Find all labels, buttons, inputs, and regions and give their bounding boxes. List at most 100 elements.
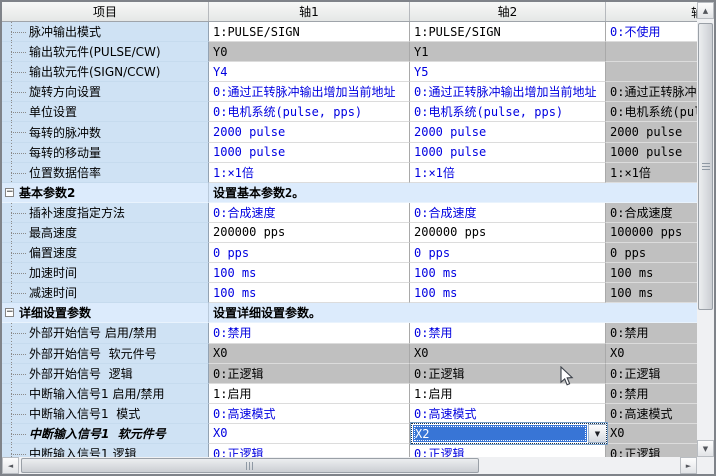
collapse-icon[interactable]: − [5, 308, 14, 317]
vertical-scrollbar[interactable]: ▲ ▼ [697, 2, 714, 457]
parameter-label-cell[interactable]: 偏置速度 [2, 243, 209, 263]
parameter-label-cell[interactable]: 脉冲输出模式 [2, 22, 209, 42]
parameter-label-cell[interactable]: 中断输入信号1 启用/禁用 [2, 384, 209, 404]
axis1-value: 0:合成速度 [213, 204, 275, 221]
scroll-left-button[interactable]: ◄ [2, 457, 19, 474]
axis1-value-cell[interactable]: 0 pps [209, 243, 410, 263]
tree-branch-icon [11, 92, 26, 93]
axis1-value-cell[interactable]: 1000 pulse [209, 143, 410, 163]
axis2-value: 200000 pps [414, 225, 486, 239]
parameter-label-cell[interactable]: 每转的移动量 [2, 143, 209, 163]
parameter-label-cell[interactable]: 插补速度指定方法 [2, 203, 209, 223]
axis2-value: 0:电机系统(pulse, pps) [414, 103, 563, 120]
parameter-label: 输出软元件(PULSE/CW) [29, 43, 161, 60]
table-row: 输出软元件(SIGN/CCW) Y4 Y5 [2, 62, 716, 82]
axis2-value-cell[interactable]: 0:禁用 [410, 323, 606, 343]
axis1-value-cell[interactable]: 100 ms [209, 283, 410, 303]
axis2-value-cell[interactable]: 1:×1倍 [410, 163, 606, 183]
parameter-label-cell[interactable]: 外部开始信号 启用/禁用 [2, 323, 209, 343]
scroll-up-button[interactable]: ▲ [697, 2, 714, 19]
axis2-value-cell[interactable]: 0:正逻辑 [410, 364, 606, 384]
tree-branch-icon [11, 72, 26, 73]
axis1-value-cell[interactable]: 0:禁用 [209, 323, 410, 343]
axis1-value-cell[interactable]: 1:启用 [209, 384, 410, 404]
parameter-label: 每转的移动量 [29, 144, 101, 161]
combobox-selected-text[interactable]: X2 [413, 425, 587, 442]
parameter-label-cell[interactable]: 减速时间 [2, 283, 209, 303]
axis2-value-cell[interactable]: 200000 pps [410, 223, 606, 243]
tree-branch-icon [11, 173, 26, 174]
axis2-value-cell[interactable]: 2000 pulse [410, 122, 606, 142]
parameter-label-cell[interactable]: 旋转方向设置 [2, 82, 209, 102]
axis2-value-cell[interactable]: X0 [410, 344, 606, 364]
tree-branch-icon [11, 52, 26, 53]
parameter-label-cell[interactable]: 外部开始信号 逻辑 [2, 364, 209, 384]
parameter-label-cell[interactable]: 最高速度 [2, 223, 209, 243]
parameter-label: 外部开始信号 软元件号 [29, 345, 157, 362]
parameter-label-cell[interactable]: 中断输入信号1 模式 [2, 404, 209, 424]
axis1-value-cell[interactable]: 0:高速模式 [209, 404, 410, 424]
parameter-label: 外部开始信号 逻辑 [29, 365, 133, 382]
parameter-label: 最高速度 [29, 224, 77, 241]
parameter-label-cell[interactable]: 每转的脉冲数 [2, 122, 209, 142]
axis1-value-cell[interactable]: 0:通过正转脉冲输出增加当前地址 [209, 82, 410, 102]
group-label-cell[interactable]: − 基本参数2 [2, 183, 209, 203]
axis2-value-cell[interactable]: 100 ms [410, 263, 606, 283]
axis1-value-cell[interactable]: 0:电机系统(pulse, pps) [209, 102, 410, 122]
axis2-value-cell[interactable]: Y1 [410, 42, 606, 62]
axis1-value-cell[interactable]: 1:×1倍 [209, 163, 410, 183]
group-label-cell[interactable]: − 详细设置参数 [2, 303, 209, 323]
axis1-value-cell[interactable]: 0:正逻辑 [209, 364, 410, 384]
parameter-label-cell[interactable]: 输出软元件(SIGN/CCW) [2, 62, 209, 82]
combobox-dropdown-button[interactable]: ▼ [588, 424, 606, 443]
axis1-value-cell[interactable]: 0:合成速度 [209, 203, 410, 223]
axis2-value-cell[interactable]: 0:通过正转脉冲输出增加当前地址 [410, 82, 606, 102]
axis2-value-cell[interactable]: 1000 pulse [410, 143, 606, 163]
axis1-value-cell[interactable]: Y4 [209, 62, 410, 82]
parameter-label-cell[interactable]: 加速时间 [2, 263, 209, 283]
column-header-axis2[interactable]: 轴2 [410, 2, 606, 21]
collapse-icon[interactable]: − [5, 188, 14, 197]
parameter-label: 脉冲输出模式 [29, 23, 101, 40]
parameter-label-cell[interactable]: 单位设置 [2, 102, 209, 122]
parameter-label-cell[interactable]: 位置数据倍率 [2, 163, 209, 183]
axis2-value-cell[interactable]: 0:电机系统(pulse, pps) [410, 102, 606, 122]
axis2-value-cell[interactable]: Y5 [410, 62, 606, 82]
device-number-combobox[interactable]: X2 ▼ [411, 423, 607, 444]
table-row: 加速时间 100 ms 100 ms 100 ms [2, 263, 716, 283]
axis1-value-cell[interactable]: 100 ms [209, 263, 410, 283]
group-description: 设置详细设置参数。 [213, 304, 321, 321]
parameter-label-cell[interactable]: 输出软元件(PULSE/CW) [2, 42, 209, 62]
axis1-value-cell[interactable]: X0 [209, 344, 410, 364]
grid-body: 脉冲输出模式 1:PULSE/SIGN 1:PULSE/SIGN 0:不使用 输… [2, 22, 716, 464]
axis1-value-cell[interactable]: 200000 pps [209, 223, 410, 243]
column-header-item[interactable]: 项目 [2, 2, 209, 21]
table-row: 外部开始信号 逻辑 0:正逻辑 0:正逻辑 0:正逻辑 [2, 364, 716, 384]
horizontal-scrollbar-thumb[interactable] [21, 458, 479, 473]
column-header-axis1[interactable]: 轴1 [209, 2, 410, 21]
axis1-value-cell[interactable]: Y0 [209, 42, 410, 62]
axis2-value-cell[interactable]: 0:高速模式 [410, 404, 606, 424]
parameter-window: 项目 轴1 轴2 轴3 脉冲输出模式 1:PULSE/SIGN 1:PULSE/… [0, 0, 716, 476]
parameter-label-cell[interactable]: 中断输入信号1 软元件号 [2, 424, 209, 444]
axis1-value-cell[interactable]: 1:PULSE/SIGN [209, 22, 410, 42]
scroll-right-button[interactable]: ► [680, 457, 697, 474]
horizontal-scrollbar[interactable]: ◄ ► [2, 457, 697, 474]
axis2-value-cell[interactable]: 1:启用 [410, 384, 606, 404]
axis2-value-cell[interactable]: 0:合成速度 [410, 203, 606, 223]
parameter-label: 中断输入信号1 启用/禁用 [29, 385, 165, 402]
parameter-label: 插补速度指定方法 [29, 204, 125, 221]
axis2-value-cell[interactable]: 0 pps [410, 243, 606, 263]
parameter-label-cell[interactable]: 外部开始信号 软元件号 [2, 344, 209, 364]
axis2-value: 1:×1倍 [414, 164, 455, 181]
axis2-value-cell[interactable]: 100 ms [410, 283, 606, 303]
thumb-grip-icon [702, 163, 710, 170]
scroll-down-button[interactable]: ▼ [697, 440, 714, 457]
axis1-value-cell[interactable]: X0 [209, 424, 410, 444]
vertical-scrollbar-thumb[interactable] [698, 23, 713, 310]
table-row: 每转的脉冲数 2000 pulse 2000 pulse 2000 pulse [2, 122, 716, 142]
tree-branch-icon [11, 273, 26, 274]
axis1-value-cell[interactable]: 2000 pulse [209, 122, 410, 142]
parameter-label: 偏置速度 [29, 244, 77, 261]
axis2-value-cell[interactable]: 1:PULSE/SIGN [410, 22, 606, 42]
